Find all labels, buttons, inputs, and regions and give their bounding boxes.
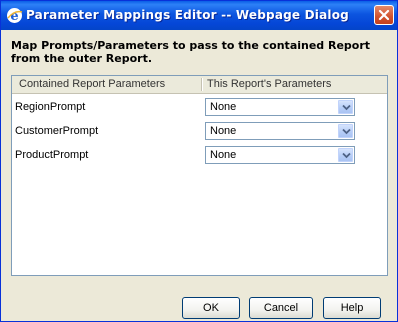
region-prompt-select[interactable]: None [205,98,355,116]
close-button[interactable] [374,5,394,25]
column-header-contained: Contained Report Parameters [19,78,166,90]
table-row: ProductPrompt None [12,144,387,166]
dialog-window: e Parameter Mappings Editor -- Webpage D… [0,0,398,322]
dialog-title: Parameter Mappings Editor -- Webpage Dia… [26,8,349,22]
customer-prompt-select[interactable]: None [205,122,355,140]
ok-button[interactable]: OK [182,297,240,319]
table-row: CustomerPrompt None [12,120,387,142]
column-header-this-report: This Report's Parameters [207,78,332,90]
product-prompt-select[interactable]: None [205,146,355,164]
title-bar[interactable]: e Parameter Mappings Editor -- Webpage D… [1,1,397,30]
help-button[interactable]: Help [323,297,381,319]
row-label-region: RegionPrompt [15,101,86,113]
parameter-mapping-grid: Contained Report Parameters This Report'… [11,75,388,276]
chevron-down-icon[interactable] [338,124,353,138]
grid-header: Contained Report Parameters This Report'… [12,76,387,94]
select-value: None [210,125,237,137]
instructions-text: Map Prompts/Parameters to pass to the co… [11,39,371,65]
ie-icon: e [6,7,23,24]
row-label-customer: CustomerPrompt [15,125,99,137]
column-divider [201,78,203,91]
row-label-product: ProductPrompt [15,149,89,161]
cancel-button[interactable]: Cancel [249,297,313,319]
select-value: None [210,149,237,161]
table-row: RegionPrompt None [12,96,387,118]
chevron-down-icon[interactable] [338,148,353,162]
select-value: None [210,101,237,113]
chevron-down-icon[interactable] [338,100,353,114]
